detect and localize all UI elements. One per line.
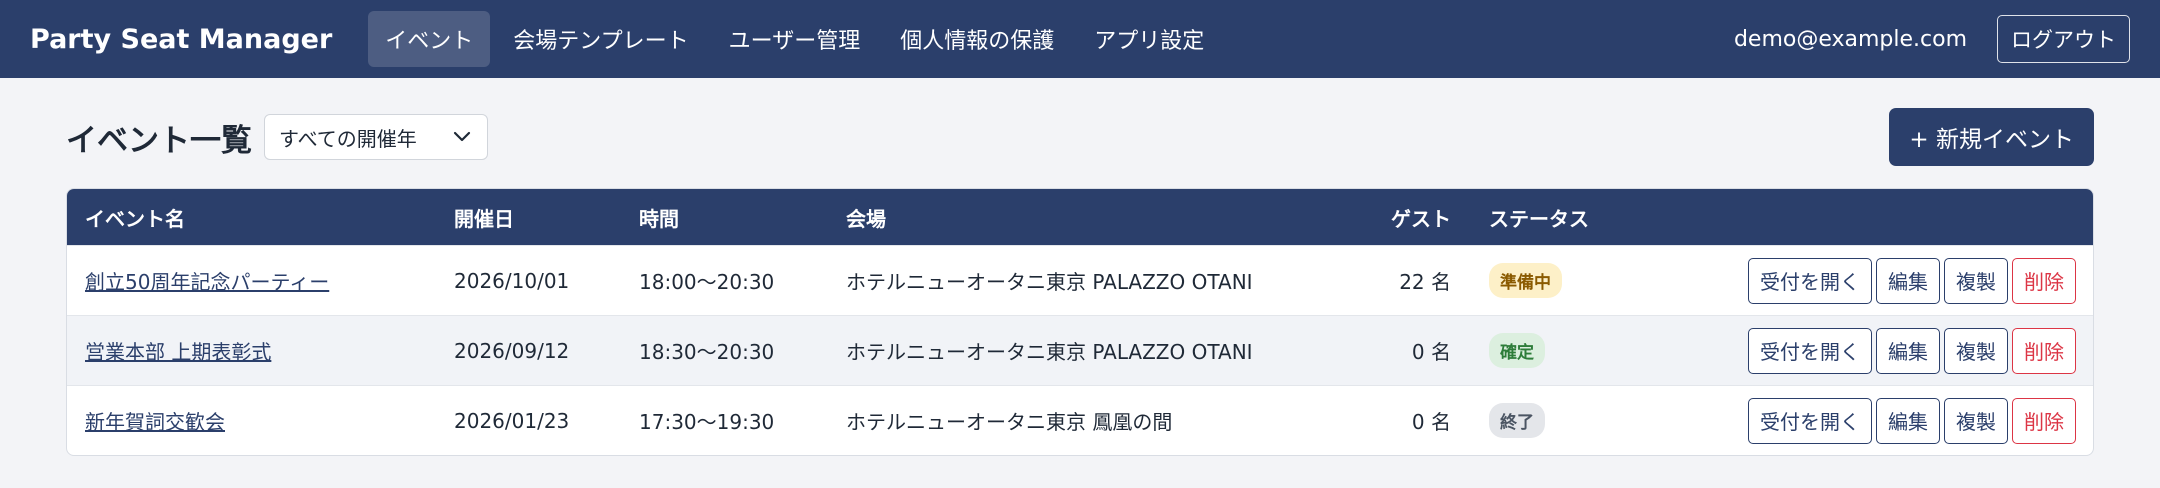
user-email: demo@example.com xyxy=(1733,26,1967,52)
row-actions: 受付を開く 編集 複製 削除 xyxy=(1631,397,2093,444)
event-date: 2026/10/01 xyxy=(454,268,570,293)
open-reception-button[interactable]: 受付を開く xyxy=(1748,397,1872,444)
table-row: 創立50周年記念パーティー 2026/10/01 18:00〜20:30 ホテル… xyxy=(67,245,2093,315)
event-name-link[interactable]: 新年賀詞交歓会 xyxy=(85,410,225,434)
app-brand[interactable]: Party Seat Manager xyxy=(30,24,332,55)
year-filter-select[interactable]: すべての開催年 xyxy=(264,114,488,160)
column-header-date: 開催日 xyxy=(454,206,514,231)
year-filter-value: すべての開催年 xyxy=(279,126,417,151)
logout-button[interactable]: ログアウト xyxy=(1997,15,2130,63)
delete-button[interactable]: 削除 xyxy=(2012,257,2076,304)
new-event-button[interactable]: + 新規イベント xyxy=(1889,108,2094,166)
delete-button[interactable]: 削除 xyxy=(2012,397,2076,444)
nav-user-area: demo@example.com ログアウト xyxy=(1734,15,2130,63)
nav-link-app-settings[interactable]: アプリ設定 xyxy=(1077,11,1221,67)
table-row: 新年賀詞交歓会 2026/01/23 17:30〜19:30 ホテルニューオータ… xyxy=(67,385,2093,455)
delete-button[interactable]: 削除 xyxy=(2012,327,2076,374)
column-header-guests: ゲスト xyxy=(1391,206,1451,231)
main-content: イベント一覧 すべての開催年 + 新規イベント イベント名 開催日 時間 会場 … xyxy=(0,78,2160,456)
nav-link-privacy[interactable]: 個人情報の保護 xyxy=(883,11,1071,67)
column-header-time: 時間 xyxy=(639,206,679,231)
table-row: 営業本部 上期表彰式 2026/09/12 18:30〜20:30 ホテルニュー… xyxy=(67,315,2093,385)
open-reception-button[interactable]: 受付を開く xyxy=(1748,257,1872,304)
event-guest-count: 22 名 xyxy=(1399,270,1451,294)
event-time: 18:00〜20:30 xyxy=(639,270,775,294)
top-navbar: Party Seat Manager イベント 会場テンプレート ユーザー管理 … xyxy=(0,0,2160,78)
edit-button[interactable]: 編集 xyxy=(1876,327,1940,374)
event-venue: ホテルニューオータニ東京 PALAZZO OTANI xyxy=(846,340,1253,364)
open-reception-button[interactable]: 受付を開く xyxy=(1748,327,1872,374)
duplicate-button[interactable]: 複製 xyxy=(1944,327,2008,374)
status-badge: 準備中 xyxy=(1489,263,1562,298)
edit-button[interactable]: 編集 xyxy=(1876,397,1940,444)
main-nav: イベント 会場テンプレート ユーザー管理 個人情報の保護 アプリ設定 xyxy=(368,11,1221,67)
chevron-down-icon xyxy=(453,131,471,142)
duplicate-button[interactable]: 複製 xyxy=(1944,397,2008,444)
nav-link-user-management[interactable]: ユーザー管理 xyxy=(712,11,878,67)
event-time: 17:30〜19:30 xyxy=(639,410,775,434)
page-header: イベント一覧 すべての開催年 + 新規イベント xyxy=(66,108,2094,166)
row-actions: 受付を開く 編集 複製 削除 xyxy=(1631,327,2093,374)
page-title: イベント一覧 xyxy=(66,122,252,159)
event-guest-count: 0 名 xyxy=(1411,340,1451,364)
nav-link-venue-templates[interactable]: 会場テンプレート xyxy=(496,11,705,67)
event-name-link[interactable]: 創立50周年記念パーティー xyxy=(85,270,329,294)
duplicate-button[interactable]: 複製 xyxy=(1944,257,2008,304)
status-badge: 確定 xyxy=(1489,333,1545,368)
event-venue: ホテルニューオータニ東京 鳳凰の間 xyxy=(846,410,1173,434)
event-time: 18:30〜20:30 xyxy=(639,340,775,364)
column-header-venue: 会場 xyxy=(846,206,886,231)
edit-button[interactable]: 編集 xyxy=(1876,257,1940,304)
column-header-event-name: イベント名 xyxy=(85,206,185,231)
nav-link-events[interactable]: イベント xyxy=(368,11,491,67)
table-header-row: イベント名 開催日 時間 会場 ゲスト ステータス xyxy=(67,189,2093,245)
event-venue: ホテルニューオータニ東京 PALAZZO OTANI xyxy=(846,270,1253,294)
event-date: 2026/09/12 xyxy=(454,338,570,363)
event-name-link[interactable]: 営業本部 上期表彰式 xyxy=(85,340,271,364)
event-guest-count: 0 名 xyxy=(1411,410,1451,434)
events-table: イベント名 開催日 時間 会場 ゲスト ステータス 創立50周年記念パーティー … xyxy=(66,188,2094,456)
event-date: 2026/01/23 xyxy=(454,408,570,433)
column-header-status: ステータス xyxy=(1489,206,1589,231)
row-actions: 受付を開く 編集 複製 削除 xyxy=(1631,257,2093,304)
status-badge: 終了 xyxy=(1489,403,1545,438)
